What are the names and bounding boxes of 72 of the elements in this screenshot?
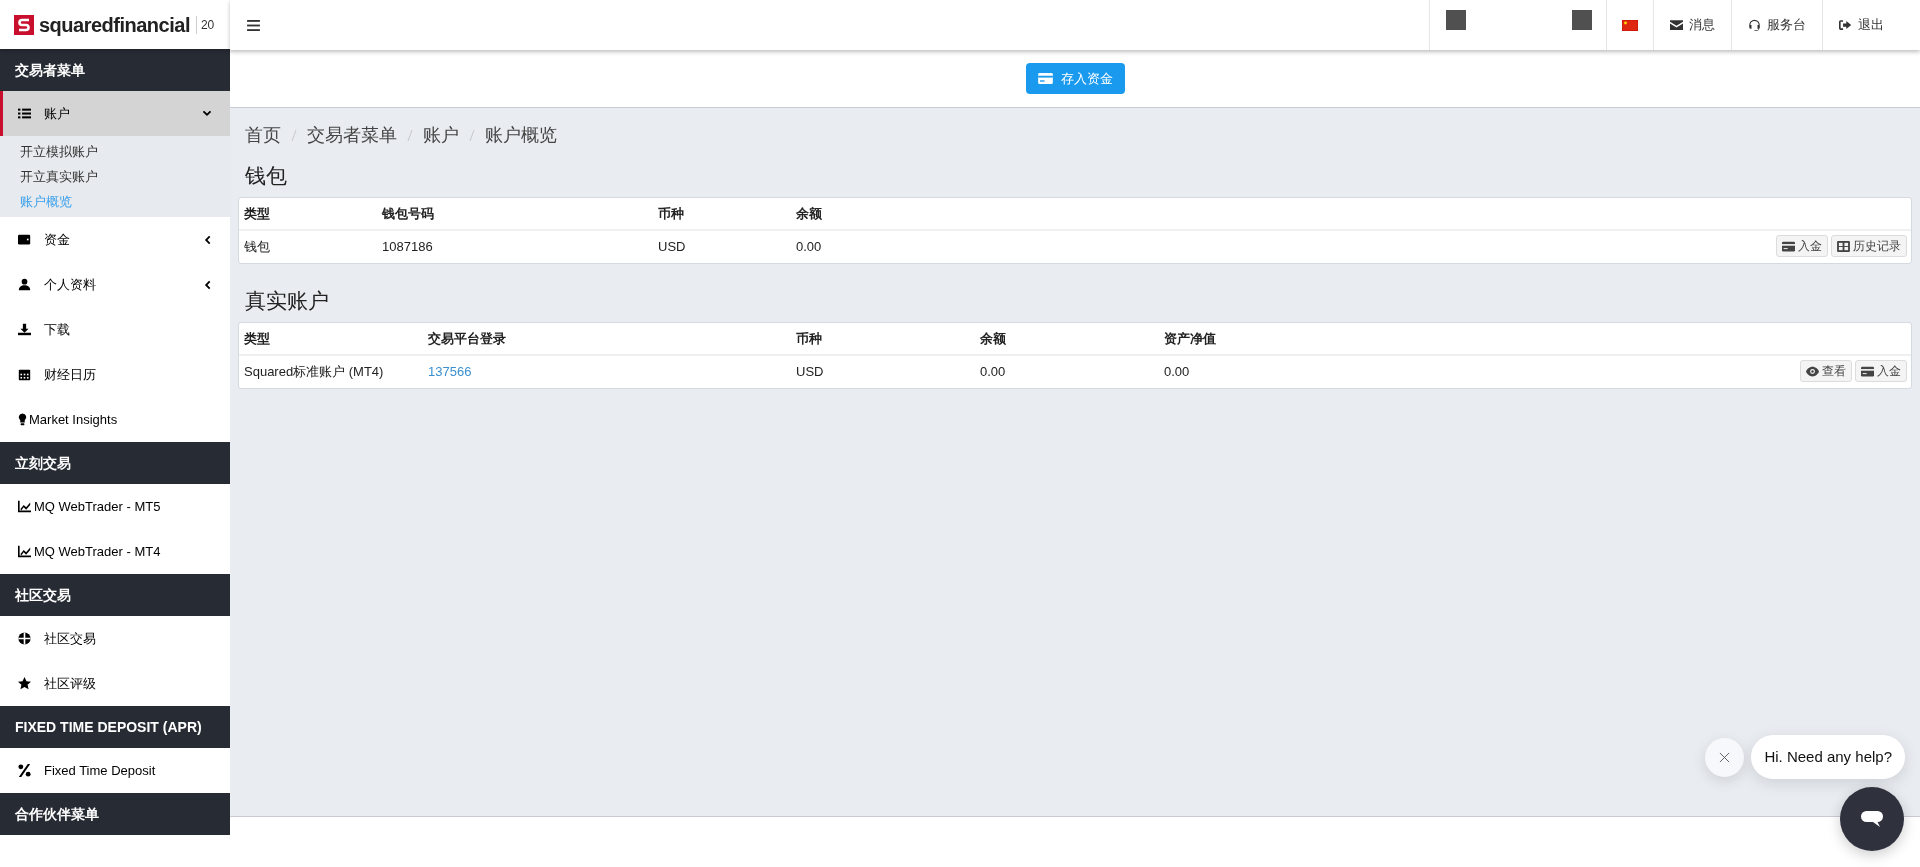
line-chart-icon (18, 545, 31, 558)
chat-bubble-icon (1860, 809, 1884, 829)
flag-icon (1622, 19, 1638, 31)
submenu-link[interactable]: 开立模拟账户 (0, 139, 230, 164)
wallet-icon (18, 233, 31, 246)
chevron-left-icon (202, 234, 212, 245)
breadcrumb-separator-icon (469, 130, 475, 141)
menu-icon (246, 19, 260, 31)
sidebar-section-heading: 合作伙伴菜单 (0, 793, 230, 835)
column-header: 币种 (796, 329, 823, 348)
list-icon (18, 107, 31, 120)
anniversary-badge: 20 (195, 15, 215, 34)
mail-icon (1670, 19, 1683, 31)
user-icon (18, 278, 31, 291)
column-header: 余额 (796, 204, 823, 223)
download-icon (18, 323, 31, 336)
table-icon (1837, 240, 1850, 252)
column-header: 类型 (244, 204, 271, 223)
sign-out-icon (1839, 19, 1852, 31)
column-header: 资产净值 (1164, 329, 1217, 348)
chat-greeting-bubble: Hi. Need any help? (1751, 735, 1905, 779)
sidebar-menu-item[interactable]: 账户 (0, 91, 230, 136)
table-cell-text: 0.00 (980, 363, 1006, 382)
headset-icon (1748, 19, 1761, 31)
credit-card-icon (1861, 365, 1874, 377)
line-chart-icon (18, 500, 31, 513)
breadcrumb-link[interactable]: 交易者菜单 (307, 122, 397, 149)
brand-name: squaredfinancial (39, 12, 190, 38)
logo-mark-icon (14, 14, 34, 35)
table-cell-text: USD (796, 363, 824, 382)
table-cell-text: 钱包 (244, 238, 270, 257)
chevron-down-icon (202, 108, 212, 119)
row-action-button[interactable]: 历史记录 (1831, 235, 1907, 257)
submenu-link[interactable]: 开立真实账户 (0, 164, 230, 189)
table-cell-text: USD (658, 238, 686, 257)
column-header: 钱包号码 (382, 204, 435, 223)
row-action-button[interactable]: 入金 (1855, 360, 1907, 382)
breadcrumb-current-page: 账户概览 (485, 124, 557, 147)
sidebar-section-heading: 社区交易 (0, 574, 230, 616)
breadcrumb-separator-icon (291, 130, 297, 141)
sidebar-section-heading: 立刻交易 (0, 442, 230, 484)
eye-icon (1806, 365, 1819, 377)
chevron-left-icon (202, 279, 212, 290)
calendar-icon (18, 368, 31, 381)
close-icon (1719, 752, 1730, 763)
column-header: 币种 (658, 204, 685, 223)
sidebar-section-heading: 交易者菜单 (0, 49, 230, 91)
credit-card-icon (1782, 240, 1795, 252)
column-header: 交易平台登录 (428, 329, 507, 348)
row-action-button[interactable]: 查看 (1800, 360, 1852, 382)
globe-icon (18, 632, 31, 645)
sidebar-section-heading: FIXED TIME DEPOSIT (APR) (0, 706, 230, 748)
table-cell-text: 1087186 (382, 238, 433, 257)
column-header: 类型 (244, 329, 271, 348)
chat-launcher-button[interactable] (1840, 787, 1904, 851)
lightbulb-icon (18, 413, 27, 426)
percent-icon (18, 764, 31, 777)
credit-card-icon (1037, 73, 1053, 84)
table-cell-text: 0.00 (1164, 363, 1190, 382)
section-heading: 真实账户 (244, 288, 330, 314)
breadcrumb-link[interactable]: 账户 (423, 122, 459, 149)
table-cell-text: Squared标准账户 (MT4) (244, 363, 384, 382)
table-cell-text: 0.00 (796, 238, 822, 257)
image-placeholder (1446, 10, 1466, 30)
section-heading: 钱包 (244, 163, 288, 189)
breadcrumb-link[interactable]: 首页 (245, 122, 281, 149)
breadcrumb-separator-icon (407, 130, 413, 141)
column-header: 余额 (980, 329, 1007, 348)
star-icon (18, 677, 31, 690)
row-action-button[interactable]: 入金 (1776, 235, 1828, 257)
image-placeholder (1572, 10, 1592, 30)
account-login-link[interactable]: 137566 (428, 362, 472, 382)
